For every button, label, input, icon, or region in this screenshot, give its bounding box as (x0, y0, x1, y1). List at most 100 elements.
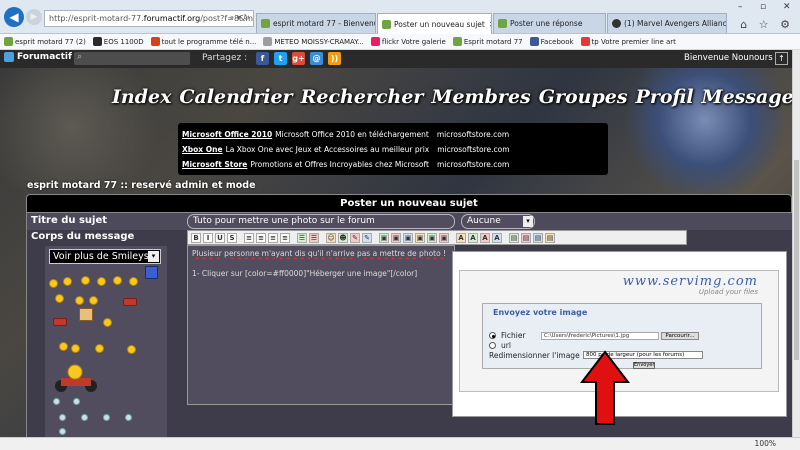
tab-close-icon[interactable]: ✕ (485, 20, 491, 29)
format-button-icon[interactable]: ▤ (533, 232, 543, 243)
format-button-icon[interactable]: S (227, 232, 237, 243)
smiley-icon[interactable] (125, 414, 132, 421)
format-button-icon[interactable]: ≡ (268, 232, 278, 243)
scroll-up-icon[interactable]: ↑ (775, 52, 788, 65)
smiley-icon[interactable] (103, 414, 110, 421)
gift-icon[interactable] (145, 266, 158, 279)
smiley-icon[interactable] (129, 277, 138, 286)
ad-link[interactable]: Xbox One (182, 145, 223, 154)
format-button-icon[interactable]: ✎ (350, 232, 360, 243)
lips-icon[interactable] (123, 298, 137, 306)
nav-item-groupes[interactable]: Groupes (539, 86, 628, 108)
file-radio[interactable] (489, 332, 496, 339)
bookmark-item[interactable]: Facebook (529, 37, 574, 46)
prefix-select[interactable]: Aucune ▾ (461, 214, 535, 229)
format-button-icon[interactable]: A (468, 232, 478, 243)
lips-icon[interactable] (53, 318, 67, 326)
format-button-icon[interactable]: ▣ (439, 232, 449, 243)
format-button-icon[interactable]: A (480, 232, 490, 243)
message-editor[interactable]: Plusieur personne m'ayant dis qu'il n'ar… (187, 245, 455, 405)
welcome-user[interactable]: Bienvenue Nounours (684, 53, 773, 63)
format-button-icon[interactable]: ≡ (244, 232, 254, 243)
format-button-icon[interactable]: ▣ (403, 232, 413, 243)
smiley-icon[interactable] (113, 276, 122, 285)
forward-button[interactable]: ▶ (26, 9, 42, 25)
maximize-button[interactable]: ▫ (760, 2, 766, 12)
forumactif-search-input[interactable]: ⌕ (74, 52, 190, 65)
back-button[interactable]: ◀ (4, 7, 24, 27)
format-button-icon[interactable]: ≡ (256, 232, 266, 243)
nav-item-rechercher[interactable]: Rechercher (301, 86, 424, 108)
subject-input[interactable]: Tuto pour mettre une photo sur le forum (187, 214, 455, 229)
format-button-icon[interactable]: ▤ (545, 232, 555, 243)
format-button-icon[interactable]: ☺ (326, 232, 336, 243)
smiley-icon[interactable] (55, 294, 64, 303)
nav-item-profil[interactable]: Profil (636, 86, 694, 108)
ad-link[interactable]: Microsoft Office 2010 (182, 130, 272, 139)
address-bar-icons[interactable]: ⌕ ▾ ↻ (230, 13, 250, 23)
format-button-icon[interactable]: ☰ (297, 232, 307, 243)
bookmark-item[interactable]: tout le programme télé n... (150, 37, 256, 46)
smiley-icon[interactable] (59, 428, 66, 435)
smiley-icon[interactable] (103, 318, 112, 327)
minimize-button[interactable]: – (738, 2, 743, 12)
nav-item-calendrier[interactable]: Calendrier (179, 86, 292, 108)
close-window-button[interactable]: ✕ (783, 2, 791, 12)
ad-site[interactable]: microsoftstore.com (437, 130, 509, 139)
format-button-icon[interactable]: ▣ (379, 232, 389, 243)
twitter-icon[interactable]: t (274, 52, 287, 65)
smiley-icon[interactable] (59, 342, 68, 351)
format-button-icon[interactable]: A (492, 232, 502, 243)
smiley-icon[interactable] (71, 344, 80, 353)
format-button-icon[interactable]: I (203, 232, 213, 243)
format-button-icon[interactable]: ≡ (280, 232, 290, 243)
bookmark-item[interactable]: METEO MOISSY-CRAMAY... (263, 37, 364, 46)
browse-button[interactable]: Parcourir... (661, 332, 699, 340)
tab-poster-reponse[interactable]: Poster une réponse (493, 13, 606, 33)
format-button-icon[interactable]: ✎ (362, 232, 372, 243)
format-button-icon[interactable]: ▣ (427, 232, 437, 243)
bookmark-item[interactable]: esprit motard 77 (2) (4, 37, 86, 46)
tab-poster-nouveau-sujet[interactable]: Poster un nouveau sujet ✕ (377, 13, 492, 34)
ad-link[interactable]: Microsoft Store (182, 160, 247, 169)
bookmark-item[interactable]: flickr Votre galerie (370, 37, 446, 46)
smiley-icon[interactable] (63, 277, 72, 286)
motorcycle-smiley-icon[interactable] (53, 364, 101, 394)
email-icon[interactable]: @ (310, 52, 323, 65)
format-button-icon[interactable]: ▤ (509, 232, 519, 243)
bookmark-item[interactable]: EOS 1100D (92, 37, 144, 46)
smiley-icon[interactable] (81, 414, 88, 421)
smiley-icon[interactable] (75, 296, 84, 305)
smiley-icon[interactable] (127, 345, 136, 354)
bookmark-item[interactable]: Esprit motard 77 (452, 37, 523, 46)
smiley-icon[interactable] (49, 279, 58, 288)
ad-site[interactable]: microsoftstore.com (437, 160, 509, 169)
address-bar[interactable]: http://esprit-motard-77. forumactif.org/p… (44, 10, 254, 27)
send-button[interactable]: Envoyer (633, 362, 655, 369)
format-button-icon[interactable]: B (191, 232, 201, 243)
format-button-icon[interactable]: ▣ (391, 232, 401, 243)
format-button-icon[interactable]: U (215, 232, 225, 243)
scrollbar-thumb[interactable] (794, 160, 799, 360)
url-radio[interactable] (489, 342, 496, 349)
birthday-cake-icon[interactable] (79, 308, 93, 321)
nav-item-index[interactable]: Index (112, 86, 171, 108)
forumactif-logo[interactable]: Forumactif (4, 52, 72, 62)
smiley-icon[interactable] (95, 344, 104, 353)
ad-site[interactable]: microsoftstore.com (437, 145, 509, 154)
google-plus-icon[interactable]: g+ (292, 52, 305, 65)
format-button-icon[interactable]: ▤ (521, 232, 531, 243)
file-path-input[interactable]: C:\Users\frederic\Pictures\1.jpg (541, 332, 659, 340)
smiley-icon[interactable] (81, 276, 90, 285)
tab-marvel-avengers[interactable]: (1) Marvel Avengers Alliance T... (607, 13, 727, 33)
smiley-icon[interactable] (59, 414, 66, 421)
smiley-icon[interactable] (89, 296, 98, 305)
breadcrumb[interactable]: esprit motard 77 :: reservé admin et mod… (27, 180, 256, 191)
format-button-icon[interactable]: ☰ (309, 232, 319, 243)
nav-item-membres[interactable]: Membres (431, 86, 530, 108)
tab-esprit-motard[interactable]: esprit motard 77 - Bienvenue s... (256, 13, 376, 33)
format-button-icon[interactable]: A (456, 232, 466, 243)
vertical-scrollbar[interactable] (792, 50, 800, 437)
format-button-icon[interactable]: ☻ (338, 232, 348, 243)
nav-item-messages[interactable]: Messages (702, 86, 792, 108)
